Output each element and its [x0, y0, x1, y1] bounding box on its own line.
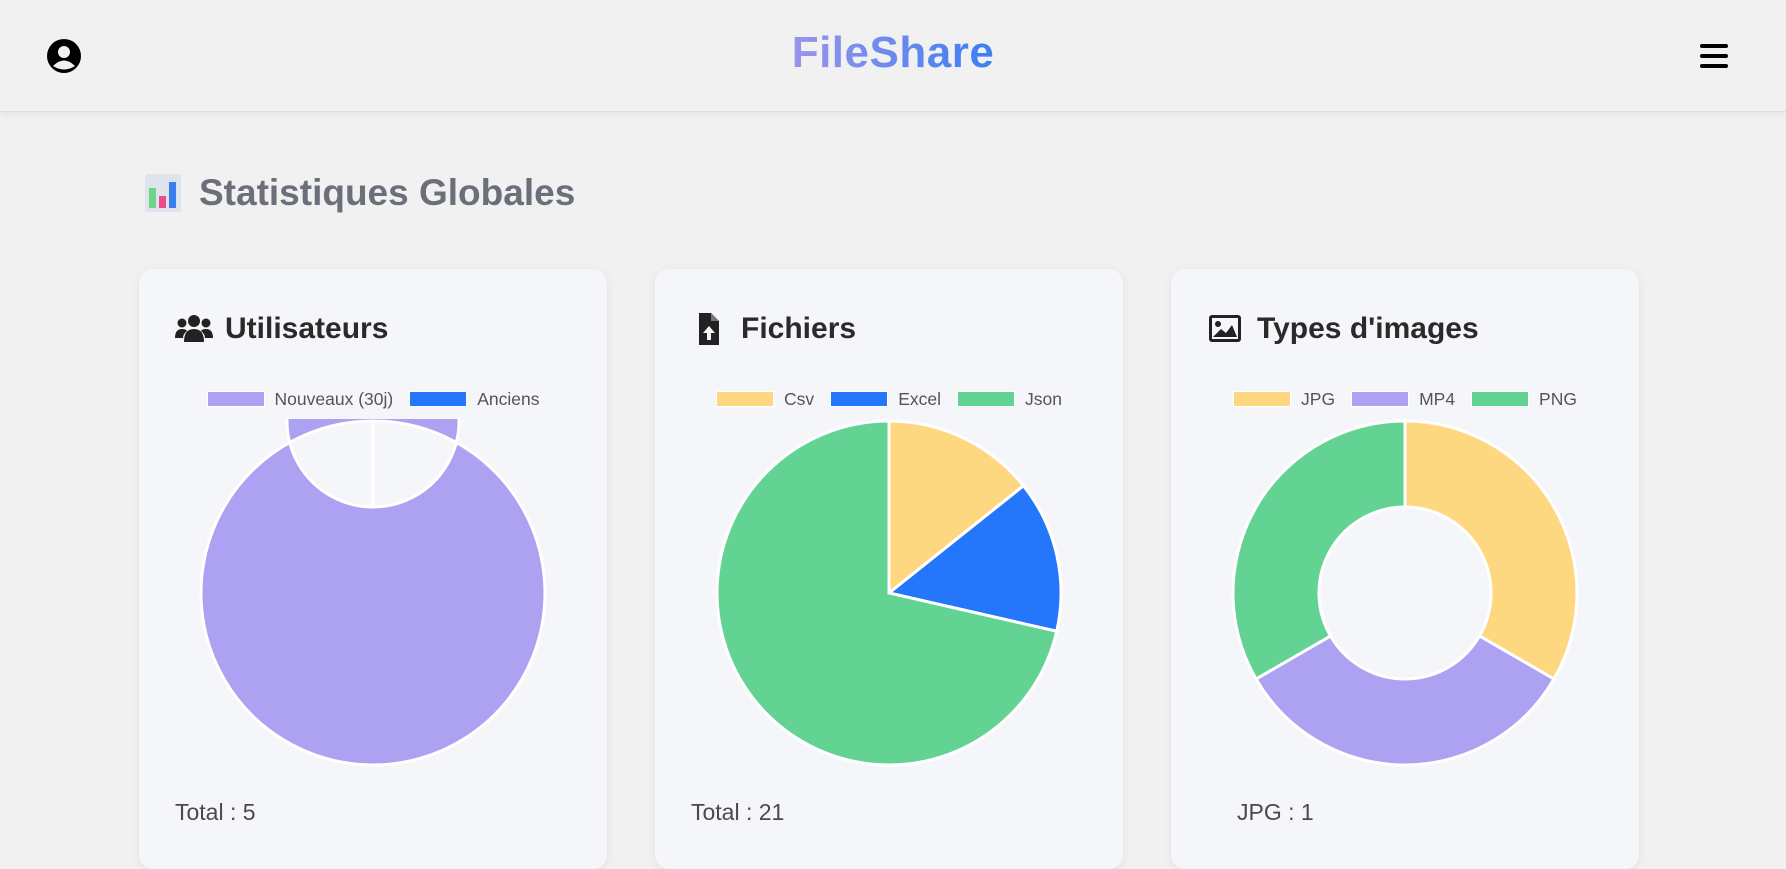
legend-label: JPG — [1301, 388, 1336, 409]
chart-slice-png[interactable] — [1231, 419, 1407, 682]
legend-item[interactable]: Csv — [716, 389, 814, 410]
card-types-images: Types d'images JPG MP4 PNG JPG : 1 — [1171, 269, 1639, 869]
legend-swatch — [1471, 391, 1530, 407]
chart-slice-jpg[interactable] — [1403, 419, 1579, 682]
legend-swatch — [956, 391, 1015, 407]
chart-legend: JPG MP4 PNG — [1171, 387, 1639, 411]
page-heading: Statistiques Globales — [145, 170, 575, 216]
card-utilisateurs: Utilisateurs Nouveaux (30j) Anciens Tota… — [139, 269, 607, 869]
chart-slice-mp4[interactable] — [1253, 633, 1557, 767]
card-total: Total : 5 — [175, 799, 256, 825]
card-total: Total : 21 — [691, 799, 785, 825]
legend-label: PNG — [1539, 388, 1577, 409]
image-icon — [1207, 312, 1245, 346]
legend-swatch — [830, 391, 889, 407]
chart-legend: Csv Excel Json — [655, 387, 1123, 411]
card-header: Fichiers — [691, 309, 856, 349]
card-header: Types d'images — [1207, 309, 1479, 349]
legend-swatch — [206, 391, 265, 407]
users-icon — [175, 312, 213, 346]
legend-swatch — [716, 391, 775, 407]
app-brand-text: FileShare — [791, 28, 995, 77]
card-title: Types d'images — [1257, 312, 1479, 345]
legend-item[interactable]: JPG — [1233, 389, 1335, 410]
card-fichiers: Fichiers Csv Excel Json Total : 21 — [655, 269, 1123, 869]
file-upload-icon — [691, 312, 729, 346]
legend-label: Csv — [784, 388, 815, 409]
users-doughnut-chart[interactable] — [199, 419, 547, 767]
legend-item[interactable]: Json — [956, 388, 1062, 410]
chart-legend: Nouveaux (30j) Anciens — [139, 387, 607, 411]
legend-label: Excel — [898, 388, 941, 409]
card-title: Fichiers — [741, 312, 857, 345]
legend-swatch — [409, 391, 468, 407]
legend-item[interactable]: Anciens — [409, 389, 539, 410]
legend-label: Anciens — [477, 388, 540, 409]
hamburger-menu-icon[interactable] — [1698, 40, 1730, 72]
legend-item[interactable]: Excel — [830, 389, 941, 410]
bar-chart-emoji-icon — [145, 174, 181, 212]
app-brand-title[interactable]: FileShare — [0, 28, 1786, 78]
files-pie-chart[interactable] — [715, 419, 1063, 767]
legend-item[interactable]: MP4 — [1351, 389, 1455, 410]
legend-label: Nouveaux (30j) — [274, 388, 394, 409]
image-types-doughnut-chart[interactable] — [1231, 419, 1579, 767]
legend-item[interactable]: PNG — [1471, 389, 1577, 410]
legend-label: MP4 — [1419, 388, 1456, 409]
legend-label: Json — [1024, 388, 1062, 409]
legend-item[interactable]: Nouveaux (30j) — [206, 388, 394, 410]
legend-swatch — [1351, 391, 1410, 407]
card-title: Utilisateurs — [225, 312, 389, 345]
page-title: Statistiques Globales — [199, 172, 576, 213]
card-total: JPG : 1 — [1237, 799, 1314, 825]
top-navbar: FileShare — [0, 0, 1786, 112]
card-header: Utilisateurs — [175, 309, 388, 349]
legend-swatch — [1233, 391, 1292, 407]
